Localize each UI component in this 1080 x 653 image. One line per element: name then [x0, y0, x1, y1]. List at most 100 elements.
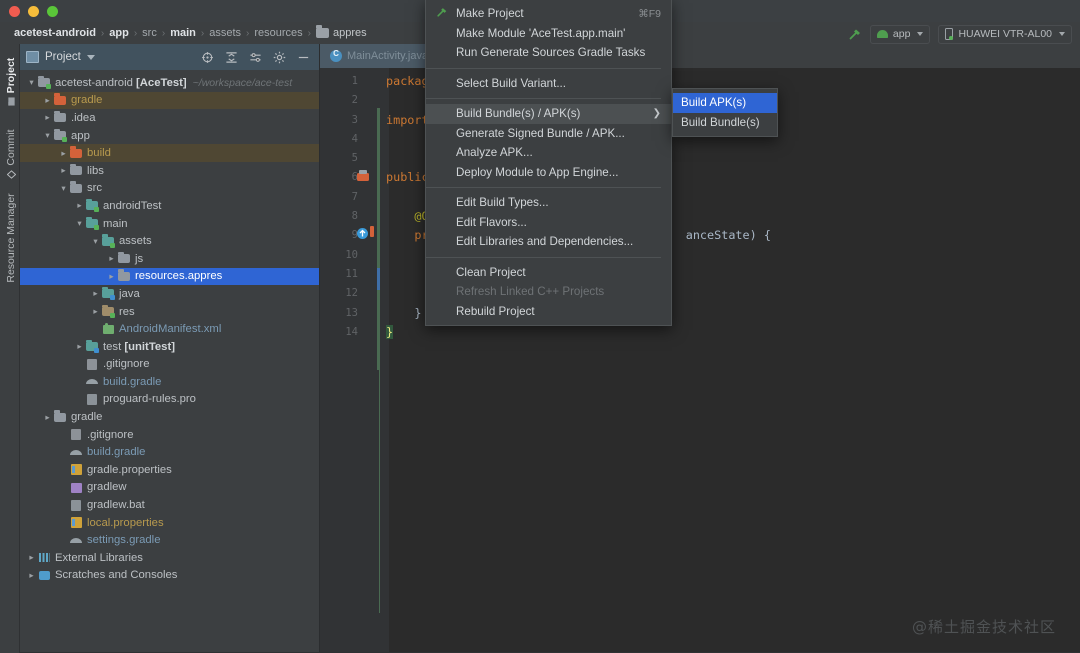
- chevron-right-icon[interactable]: ▸: [90, 288, 101, 299]
- menu-separator: [426, 67, 661, 69]
- properties-file-icon: [69, 516, 83, 529]
- chevron-right-icon[interactable]: ▸: [106, 271, 117, 282]
- chevron-right-icon[interactable]: ▸: [42, 95, 53, 106]
- breadcrumb-item-0[interactable]: acetest-android: [10, 27, 100, 39]
- chevron-down-icon[interactable]: ▾: [26, 77, 37, 88]
- chevron-right-icon[interactable]: ▸: [74, 341, 85, 352]
- chevron-right-icon[interactable]: ▸: [90, 306, 101, 317]
- tree-row[interactable]: ▸ Scratches and Consoles: [20, 567, 319, 585]
- settings-gear-icon[interactable]: [273, 51, 286, 64]
- menu-item-edit-flavors[interactable]: Edit Flavors...: [426, 213, 671, 233]
- tree-row[interactable]: ▸ java: [20, 285, 319, 303]
- tree-row[interactable]: gradlew: [20, 479, 319, 497]
- tree-row[interactable]: local.properties: [20, 514, 319, 532]
- run-configuration-selector[interactable]: app: [869, 24, 931, 44]
- tree-row[interactable]: ▸ js: [20, 250, 319, 268]
- close-window-button[interactable]: [9, 5, 20, 17]
- project-tree[interactable]: ▾ acetest-android [AceTest] ~/workspace/a…: [20, 70, 319, 653]
- tree-row[interactable]: .gitignore: [20, 356, 319, 374]
- editor-tab-mainactivity[interactable]: MainActivity.java: [320, 44, 439, 68]
- submenu-item-build-bundles[interactable]: Build Bundle(s): [673, 113, 777, 133]
- menu-item-select-build-variant[interactable]: Select Build Variant...: [426, 74, 671, 94]
- menu-item-analyze-apk[interactable]: Analyze APK...: [426, 143, 671, 163]
- menu-item-deploy-module-to-app-engine[interactable]: Deploy Module to App Engine...: [426, 163, 671, 183]
- tree-row[interactable]: ▾ src: [20, 180, 319, 198]
- breadcrumb-item-3[interactable]: main: [166, 27, 200, 39]
- breadcrumb-item-6[interactable]: appres: [312, 25, 371, 39]
- editor-gutter[interactable]: 1 2 3 4 5 6 7 8 9 10 11 12 13 14: [320, 68, 378, 653]
- collapse-all-icon[interactable]: [225, 51, 238, 64]
- breadcrumb-item-2[interactable]: src: [138, 27, 161, 39]
- chevron-right-icon[interactable]: ▸: [106, 253, 117, 264]
- tree-row[interactable]: ▸ build: [20, 144, 319, 162]
- tree-row[interactable]: .gitignore: [20, 426, 319, 444]
- chevron-right-icon[interactable]: ▸: [26, 552, 37, 563]
- chevron-right-icon[interactable]: ▸: [58, 165, 69, 176]
- chevron-right-icon[interactable]: ▸: [42, 412, 53, 423]
- submenu-item-build-apks[interactable]: Build APK(s): [673, 93, 777, 113]
- tree-row-selected[interactable]: ▸ resources.appres: [20, 267, 319, 286]
- breadcrumb-item-4[interactable]: assets: [205, 27, 245, 39]
- minimize-icon[interactable]: [297, 51, 310, 64]
- menu-item-make-module[interactable]: Make Module 'AceTest.app.main': [426, 24, 671, 44]
- tool-tab-resource-manager[interactable]: Resource Manager: [5, 193, 17, 282]
- tree-row[interactable]: ▾ app: [20, 127, 319, 145]
- chevron-right-icon[interactable]: ▸: [26, 570, 37, 581]
- tree-row[interactable]: build.gradle: [20, 373, 319, 391]
- code-token-tail: anceState) {: [685, 228, 771, 243]
- tree-row[interactable]: build.gradle: [20, 443, 319, 461]
- chevron-right-icon[interactable]: ▸: [74, 200, 85, 211]
- line-number: 12: [345, 287, 358, 300]
- menu-item-edit-build-types[interactable]: Edit Build Types...: [426, 193, 671, 213]
- tree-row[interactable]: ▸ .idea: [20, 109, 319, 127]
- tree-row[interactable]: ▸ androidTest: [20, 197, 319, 215]
- line-number: 11: [345, 267, 358, 280]
- tree-row[interactable]: ▸ External Libraries: [20, 549, 319, 567]
- window-controls[interactable]: [0, 5, 58, 17]
- chevron-down-icon[interactable]: [86, 54, 95, 60]
- tool-tab-commit[interactable]: Commit: [5, 119, 17, 189]
- menu-item-clean-project[interactable]: Clean Project: [426, 263, 671, 283]
- tree-row[interactable]: proguard-rules.pro: [20, 391, 319, 409]
- menu-item-run-generate-sources[interactable]: Run Generate Sources Gradle Tasks: [426, 43, 671, 63]
- minimize-window-button[interactable]: [28, 5, 39, 17]
- tree-row[interactable]: ▾ assets: [20, 232, 319, 250]
- override-method-icon[interactable]: [356, 227, 369, 240]
- tree-row[interactable]: gradlew.bat: [20, 496, 319, 514]
- menu-item-edit-libraries-and-dependencies[interactable]: Edit Libraries and Dependencies...: [426, 232, 671, 252]
- menu-item-build-bundles-apks[interactable]: Build Bundle(s) / APK(s) ❯: [426, 104, 671, 124]
- chevron-right-icon[interactable]: ▸: [42, 112, 53, 123]
- tree-row[interactable]: AndroidManifest.xml: [20, 320, 319, 338]
- tree-row[interactable]: ▾ main: [20, 215, 319, 233]
- locate-icon[interactable]: [201, 51, 214, 64]
- device-selector[interactable]: HUAWEI VTR-AL00: [938, 24, 1072, 44]
- chevron-down-icon[interactable]: ▾: [90, 236, 101, 247]
- hammer-icon[interactable]: [848, 27, 862, 41]
- chevron-right-icon[interactable]: ▸: [58, 148, 69, 159]
- chevron-down-icon[interactable]: ▾: [58, 183, 69, 194]
- tree-row[interactable]: ▾ acetest-android [AceTest] ~/workspace/a…: [20, 74, 319, 92]
- breadcrumb-item-1[interactable]: app: [105, 27, 133, 39]
- tool-tab-project[interactable]: Project: [5, 47, 17, 117]
- breadcrumb-item-5[interactable]: resources: [250, 27, 306, 39]
- chevron-down-icon[interactable]: ▾: [74, 218, 85, 229]
- filter-icon[interactable]: [249, 51, 262, 64]
- chevron-down-icon[interactable]: ▾: [42, 130, 53, 141]
- menu-item-make-project[interactable]: Make Project ⌘F9: [426, 4, 671, 24]
- menu-item-rebuild-project[interactable]: Rebuild Project: [426, 302, 671, 322]
- tree-row[interactable]: gradle.properties: [20, 461, 319, 479]
- tree-label-bold: [AceTest]: [136, 76, 187, 89]
- tree-row[interactable]: ▸ libs: [20, 162, 319, 180]
- class-run-icon[interactable]: [356, 169, 370, 183]
- zoom-window-button[interactable]: [47, 5, 58, 17]
- tree-row[interactable]: ▸ gradle: [20, 91, 319, 110]
- build-submenu[interactable]: Build APK(s) Build Bundle(s): [672, 88, 778, 137]
- tree-row[interactable]: settings.gradle: [20, 531, 319, 549]
- build-menu[interactable]: Make Project ⌘F9 Make Module 'AceTest.ap…: [425, 0, 672, 326]
- code-token: import: [386, 112, 429, 127]
- tree-row[interactable]: ▸ test [unitTest]: [20, 338, 319, 356]
- tree-row[interactable]: ▸ res: [20, 303, 319, 321]
- java-folder-icon: [101, 286, 115, 301]
- tree-row[interactable]: ▸ gradle: [20, 408, 319, 426]
- menu-item-generate-signed-bundle-apk[interactable]: Generate Signed Bundle / APK...: [426, 124, 671, 144]
